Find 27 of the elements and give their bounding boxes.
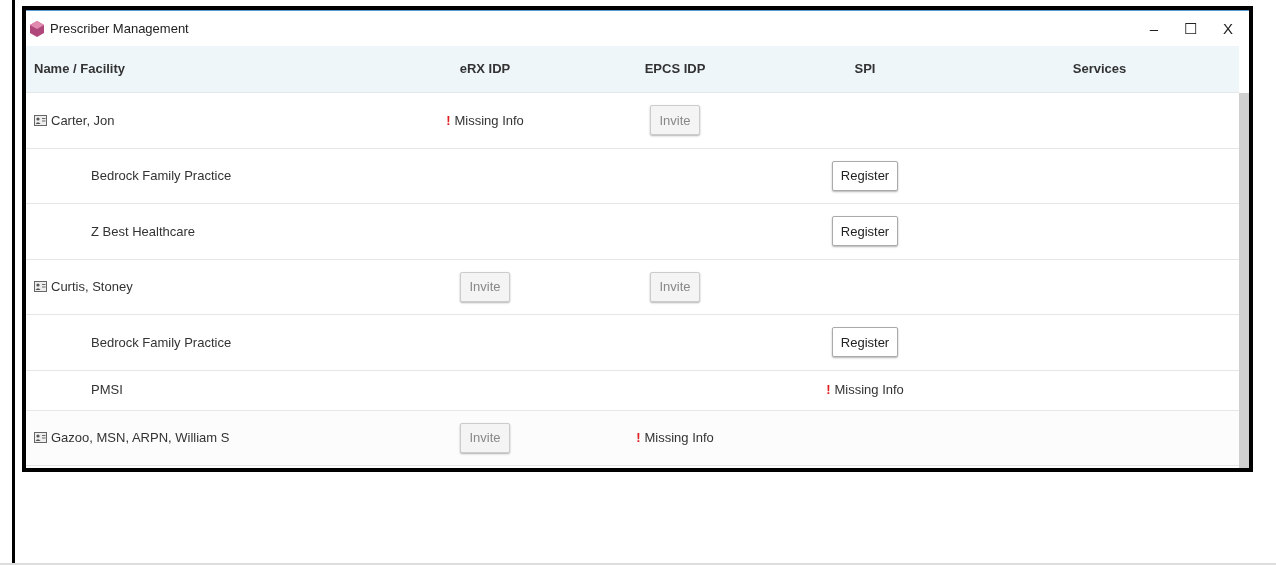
facility-name: PMSI — [91, 381, 123, 400]
facility-name: Bedrock Family Practice — [91, 333, 232, 352]
missing-info-text: ! Missing Info — [636, 429, 714, 447]
facility-name: Z Best Healthcare — [91, 222, 196, 241]
id-card-icon — [34, 432, 47, 444]
prescriber-name: Carter, Jon — [51, 111, 115, 130]
missing-info-text: ! Missing Info — [446, 111, 524, 130]
register-button[interactable]: Register — [831, 216, 899, 247]
close-button[interactable]: X — [1223, 21, 1233, 36]
app-logo-icon — [30, 20, 44, 37]
column-header: eRX IDP — [459, 60, 511, 79]
register-button[interactable]: Register — [831, 327, 899, 358]
facility-name: Bedrock Family Practice — [91, 167, 232, 185]
column-header: Services — [1072, 60, 1127, 79]
id-card-icon — [34, 281, 47, 293]
window-title: Prescriber Management — [50, 19, 189, 38]
maximize-button[interactable]: ☐ — [1184, 21, 1197, 36]
prescriber-name: Curtis, Stoney — [51, 278, 133, 296]
prescriber-name: Gazoo, MSN, ARPN, William S — [51, 429, 230, 447]
id-card-icon — [34, 114, 47, 126]
column-header: Name / Facility — [34, 60, 126, 79]
column-header: SPI — [854, 60, 876, 79]
scrollbar-thumb[interactable] — [1239, 93, 1249, 468]
column-header: EPCS IDP — [644, 60, 706, 79]
minimize-button[interactable]: – — [1149, 21, 1158, 36]
register-button[interactable]: Register — [831, 160, 899, 191]
missing-info-text: ! Missing Info — [826, 381, 904, 400]
